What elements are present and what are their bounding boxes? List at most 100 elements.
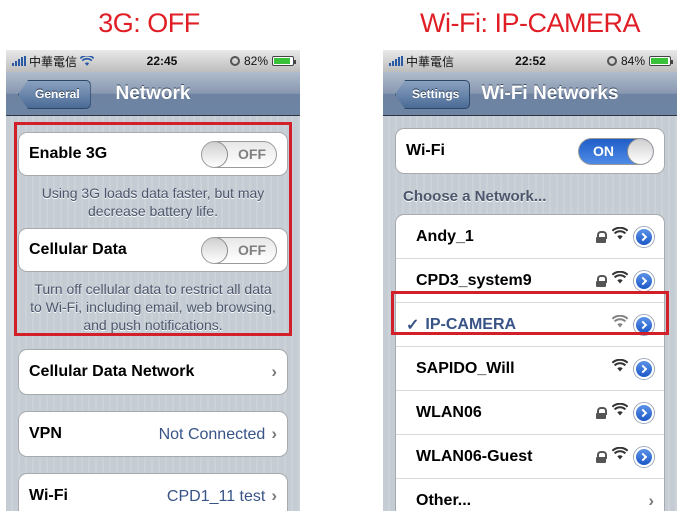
toggle-knob [202, 141, 228, 167]
network-icons [596, 270, 654, 291]
network-name-wrap: WLAN06-Guest [406, 448, 532, 466]
wifi-strength-icon [611, 270, 629, 290]
wifi-network-value: CPD1_11 test [166, 488, 266, 505]
enable-3g-toggle[interactable]: OFF [201, 140, 277, 168]
detail-disclosure-icon[interactable] [634, 358, 654, 379]
lock-icon [596, 274, 607, 287]
network-icons [611, 358, 654, 379]
network-row[interactable]: SAPIDO_Will [396, 347, 664, 391]
enable-3g-row: Enable 3G OFF [18, 132, 288, 176]
cellular-data-row: Cellular Data OFF [18, 228, 288, 272]
detail-disclosure-icon[interactable] [634, 446, 654, 467]
group-3g-settings: Enable 3G OFF Using 3G loads data faster… [18, 132, 288, 337]
rotation-lock-icon [606, 56, 617, 66]
left-phone-screen: 中華電信 22:45 82% General Network Enable 3G… [6, 50, 300, 511]
cellular-data-note: Turn off cellular data to restrict all d… [30, 281, 276, 333]
caption-wifi-ip-camera: Wi-Fi: IP-CAMERA [420, 8, 640, 38]
detail-disclosure-icon[interactable] [634, 270, 654, 291]
vpn-label: VPN [29, 425, 62, 442]
detail-disclosure-icon[interactable] [634, 314, 654, 335]
caption-3g-off: 3G: OFF [98, 8, 200, 38]
status-bar: 中華電信 22:52 84% [383, 50, 677, 72]
network-name: WLAN06 [416, 403, 482, 421]
wifi-strength-icon [611, 402, 629, 422]
choose-network-label: Choose a Network... [403, 188, 547, 205]
wifi-strength-icon [611, 358, 629, 378]
page-title: Wi-Fi Networks [481, 82, 619, 104]
network-row[interactable]: WLAN06-Guest [396, 435, 664, 479]
toggle-state: OFF [238, 241, 266, 258]
lock-icon [596, 450, 607, 463]
carrier-name: 中華電信 [29, 54, 78, 69]
network-icons [596, 226, 654, 247]
network-name: WLAN06-Guest [416, 447, 533, 465]
enable-3g-note: Using 3G loads data faster, but may decr… [41, 185, 265, 219]
toggle-knob [627, 138, 653, 164]
battery-charging-icon [649, 56, 673, 66]
rotation-lock-icon [229, 56, 240, 66]
detail-disclosure-icon[interactable] [634, 226, 654, 247]
wifi-toggle-group: Wi-Fi ON [395, 128, 665, 174]
network-name-wrap: SAPIDO_Will [406, 360, 515, 378]
clock: 22:52 [515, 54, 546, 68]
wifi-toggle[interactable]: ON [578, 137, 654, 165]
enable-3g-label: Enable 3G [29, 145, 108, 162]
right-phone-screen: 中華電信 22:52 84% Settings Wi-Fi Networks W… [383, 50, 677, 511]
network-row[interactable]: Andy_1 [396, 215, 664, 259]
network-name-wrap: WLAN06 [406, 404, 482, 422]
signal-icon [12, 56, 26, 66]
network-name-wrap: CPD3_system9 [406, 272, 532, 290]
vpn-status: Not Connected [158, 426, 266, 443]
back-button-settings[interactable]: Settings [395, 80, 471, 109]
toggle-state: ON [593, 142, 614, 159]
detail-disclosure-icon[interactable] [634, 402, 654, 423]
nav-bar: Settings Wi-Fi Networks [383, 72, 677, 116]
nav-bar: General Network [6, 72, 300, 116]
clock: 22:45 [146, 54, 178, 68]
vpn-row[interactable]: VPN Not Connected › [19, 412, 287, 456]
checkmark-icon: ✓ [406, 316, 420, 334]
cellular-data-network-row[interactable]: Cellular Data Network › [19, 350, 287, 394]
wifi-row[interactable]: Wi-Fi CPD1_11 test › [19, 474, 287, 511]
other-network-row[interactable]: Other... › [396, 479, 664, 511]
other-network-label: Other... [416, 492, 472, 509]
chevron-right-icon: › [271, 486, 277, 505]
network-name: Andy_1 [416, 227, 474, 245]
wifi-label: Wi-Fi [406, 142, 445, 159]
lock-icon [596, 230, 607, 243]
vpn-group: VPN Not Connected › [18, 411, 288, 457]
network-icons [596, 446, 654, 467]
wifi-strength-icon [611, 226, 629, 246]
network-row[interactable]: CPD3_system9 [396, 259, 664, 303]
network-name-wrap: Andy_1 [406, 228, 474, 246]
back-button-general[interactable]: General [18, 80, 91, 109]
network-name: SAPIDO_Will [416, 359, 515, 377]
network-icons [596, 402, 654, 423]
network-name: IP-CAMERA [425, 315, 517, 333]
network-icons [611, 314, 654, 335]
lock-icon [596, 406, 607, 419]
network-row[interactable]: ✓ IP-CAMERA [396, 303, 664, 347]
chevron-right-icon: › [648, 491, 654, 510]
signal-icon [389, 56, 403, 66]
wifi-strength-icon [611, 446, 629, 466]
network-name: CPD3_system9 [416, 271, 532, 289]
cellular-data-label: Cellular Data [29, 241, 127, 258]
battery-percent: 82% [243, 54, 268, 68]
wifi-strength-icon [611, 314, 629, 334]
wifi-row: Wi-Fi ON [396, 129, 664, 173]
cellular-network-group: Cellular Data Network › [18, 349, 288, 395]
toggle-knob [202, 237, 228, 263]
wifi-group: Wi-Fi CPD1_11 test › [18, 473, 288, 511]
status-bar: 中華電信 22:45 82% [6, 50, 300, 72]
network-row[interactable]: WLAN06 [396, 391, 664, 435]
page-title: Network [115, 82, 191, 104]
battery-percent: 84% [620, 54, 645, 68]
chevron-right-icon: › [271, 424, 277, 443]
cellular-data-toggle[interactable]: OFF [201, 236, 277, 264]
wifi-status-icon [80, 55, 95, 66]
cellular-data-network-label: Cellular Data Network [29, 363, 195, 380]
chevron-right-icon: › [271, 362, 277, 381]
network-list: Andy_1 CPD3_system9 ✓ IP-CAMERA SAPIDO_Will W… [395, 214, 665, 511]
battery-icon [272, 56, 296, 66]
